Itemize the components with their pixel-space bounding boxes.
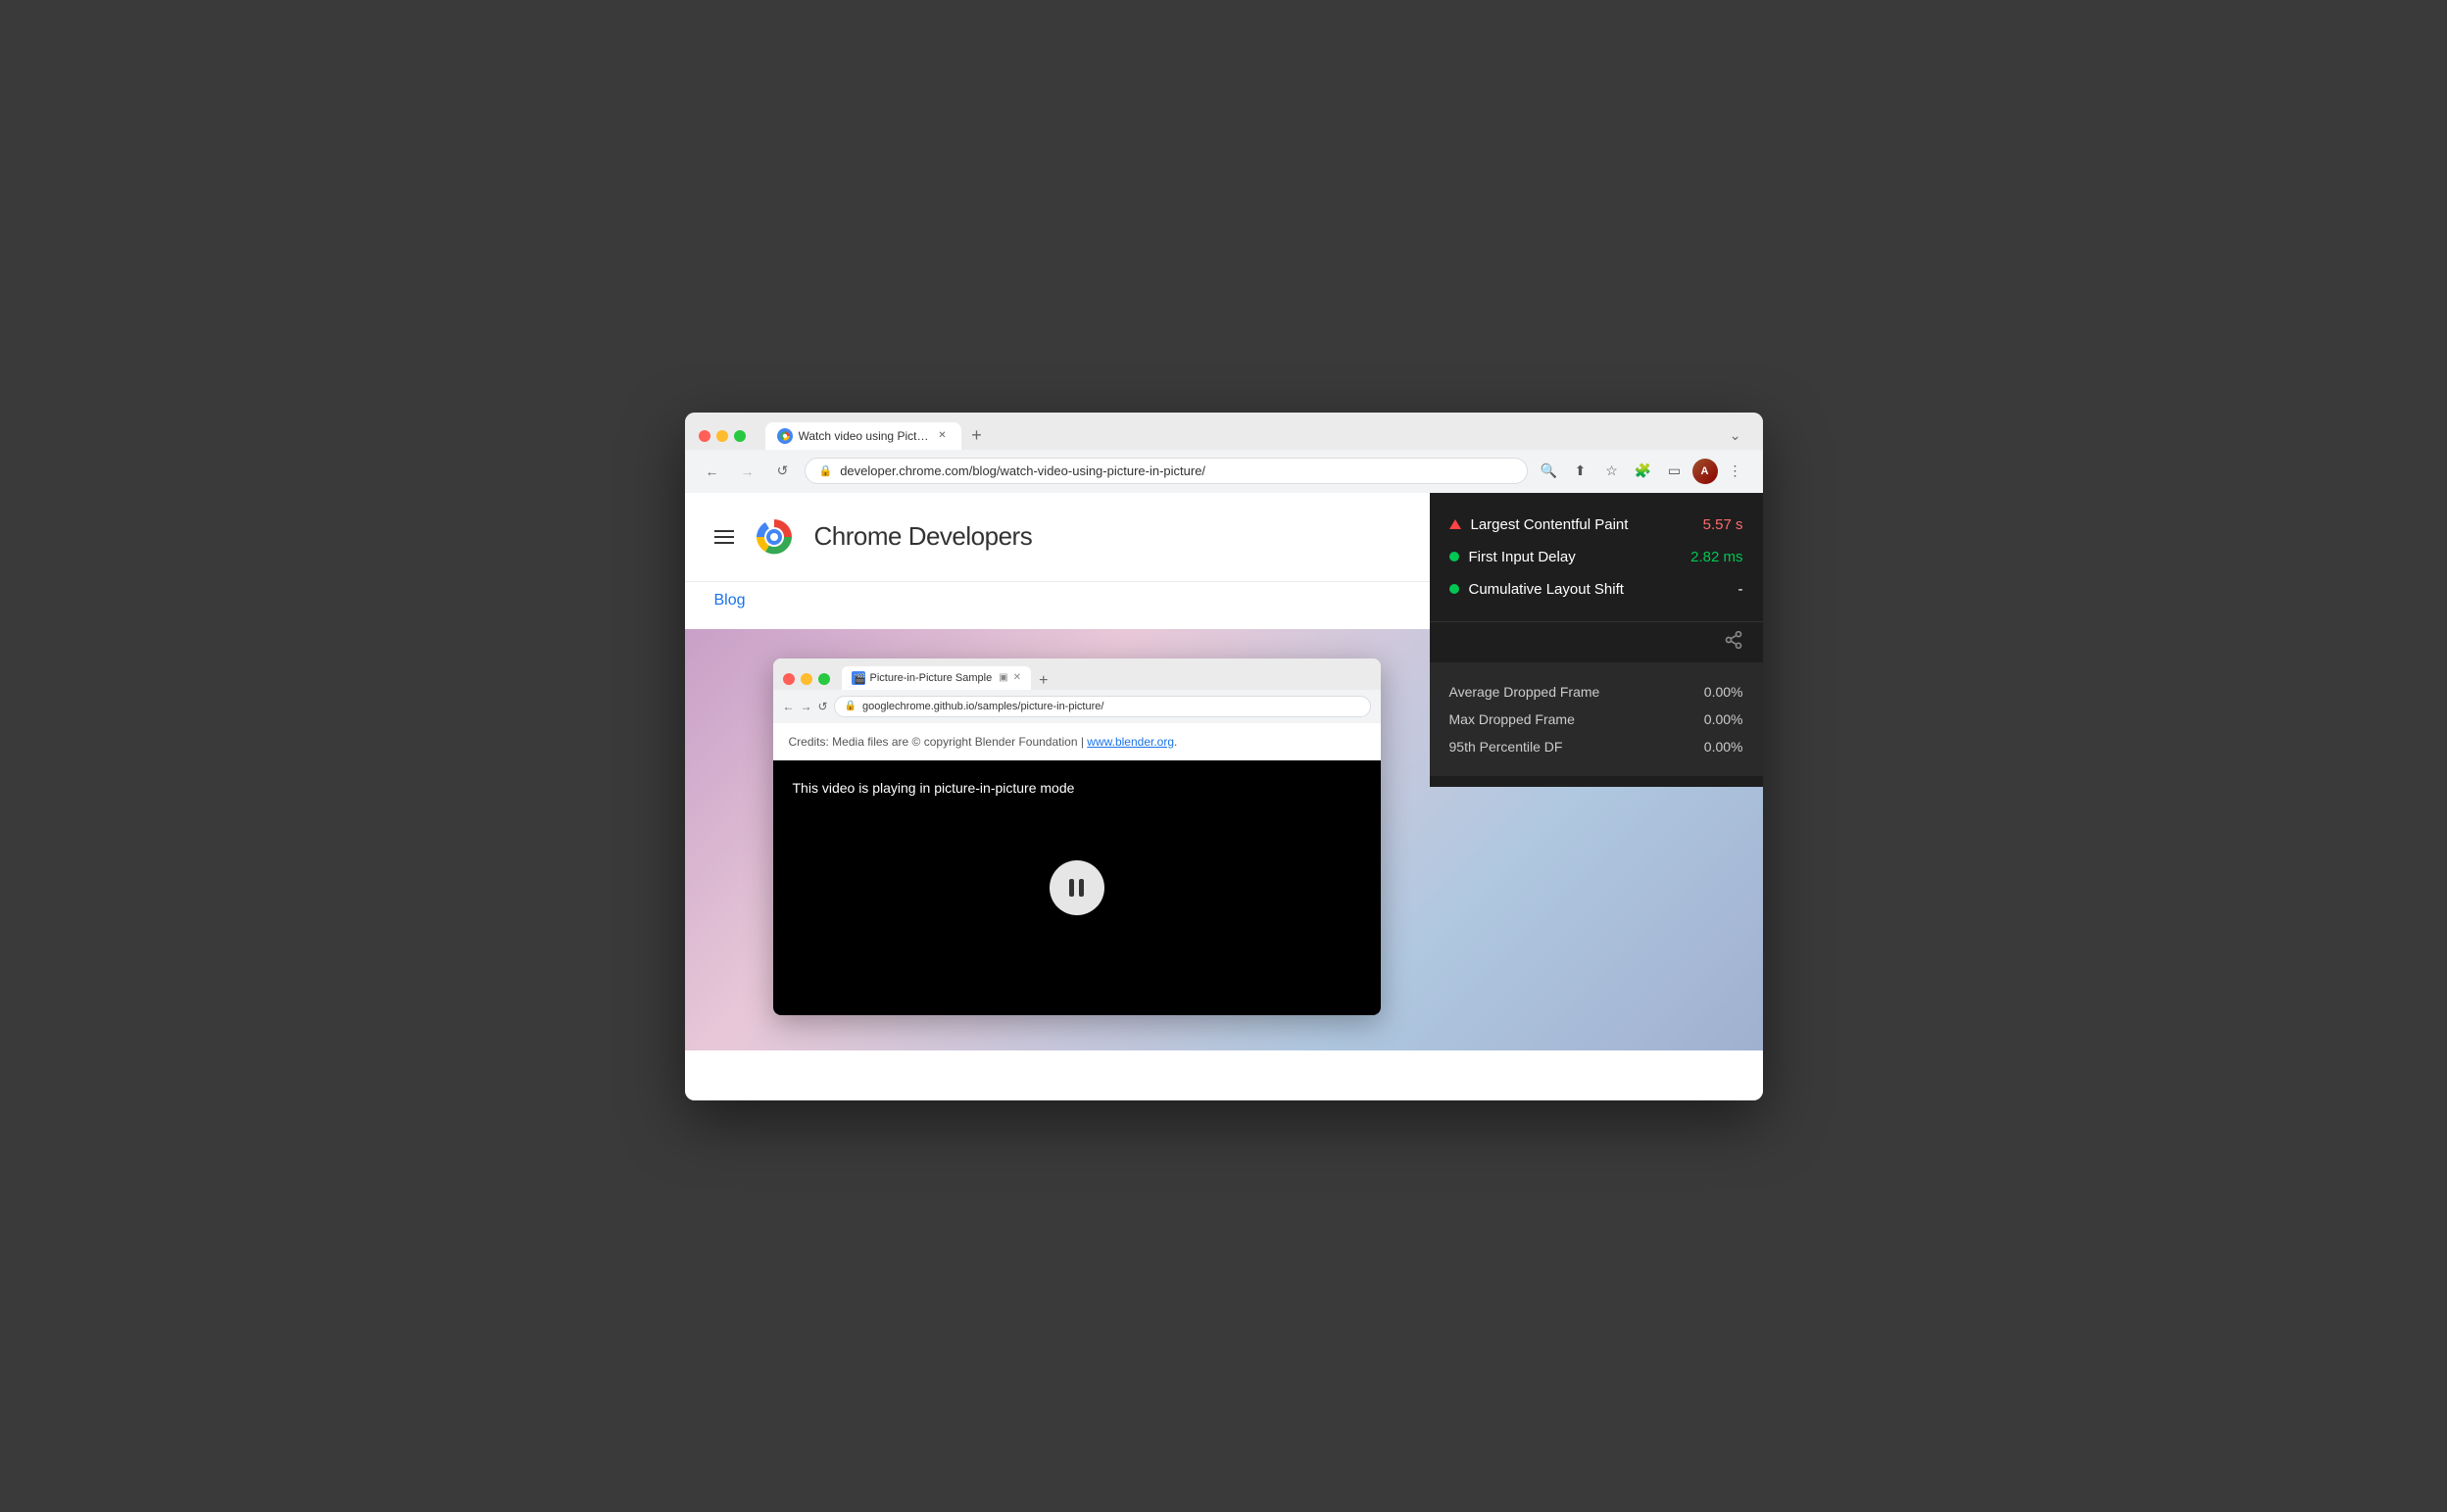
inner-browser-window: 🎬 Picture-in-Picture Sample ▣ ✕ + ← → — [773, 658, 1381, 1015]
blender-link[interactable]: www.blender.org — [1087, 735, 1174, 749]
inner-back-button[interactable]: ← — [783, 700, 795, 713]
split-view-button[interactable]: ▭ — [1661, 458, 1688, 485]
svg-text:🎬: 🎬 — [854, 672, 865, 685]
search-button[interactable]: 🔍 — [1536, 458, 1563, 485]
avg-dropped-label: Average Dropped Frame — [1449, 684, 1704, 700]
reload-button[interactable]: ↺ — [769, 458, 797, 485]
video-area: This video is playing in picture-in-pict… — [773, 760, 1381, 1015]
inner-reload-button[interactable]: ↺ — [818, 700, 828, 713]
pause-button[interactable] — [1050, 860, 1104, 915]
inner-maximize-button[interactable] — [818, 673, 830, 685]
pause-bar-left — [1069, 879, 1074, 897]
tab-dropdown-button[interactable]: ⌄ — [1722, 423, 1749, 448]
web-vitals-section: Largest Contentful Paint 5.57 s First In… — [1430, 493, 1763, 622]
pause-bar-right — [1079, 879, 1084, 897]
inner-active-tab[interactable]: 🎬 Picture-in-Picture Sample ▣ ✕ — [842, 666, 1032, 690]
avg-dropped-value: 0.00% — [1704, 684, 1743, 700]
forward-button[interactable]: → — [734, 458, 761, 485]
share-button[interactable]: ⬆ — [1567, 458, 1594, 485]
percentile-dropped-frame-row: 95th Percentile DF 0.00% — [1449, 733, 1743, 760]
inner-tab-favicon-icon: 🎬 — [852, 671, 865, 685]
fid-indicator-icon — [1449, 552, 1459, 561]
inner-address-text: googlechrome.github.io/samples/picture-i… — [862, 701, 1103, 712]
chrome-logo-icon — [750, 512, 799, 561]
percentile-dropped-label: 95th Percentile DF — [1449, 739, 1704, 755]
browser-toolbar: ← → ↺ 🔒 developer.chrome.com/blog/watch-… — [685, 450, 1763, 493]
credits-text: Credits: Media files are © copyright Ble… — [789, 735, 1088, 749]
share-row — [1430, 622, 1763, 662]
fid-row: First Input Delay 2.82 ms — [1449, 541, 1743, 573]
inner-traffic-lights — [783, 673, 830, 685]
performance-overlay: Largest Contentful Paint 5.57 s First In… — [1430, 493, 1763, 787]
inner-address-bar[interactable]: 🔒 googlechrome.github.io/samples/picture… — [834, 696, 1371, 717]
cls-row: Cumulative Layout Shift - — [1449, 573, 1743, 606]
inner-tab-label: Picture-in-Picture Sample — [870, 672, 993, 684]
hamburger-line — [714, 536, 734, 538]
tab-close-button[interactable]: ✕ — [936, 429, 950, 443]
cls-label: Cumulative Layout Shift — [1469, 581, 1729, 598]
hamburger-menu-button[interactable] — [714, 530, 734, 544]
tab-bar: Watch video using Picture-in-P ✕ + — [765, 422, 1710, 450]
cls-indicator-icon — [1449, 584, 1459, 594]
cls-value: - — [1738, 581, 1743, 598]
inner-browser-titlebar: 🎬 Picture-in-Picture Sample ▣ ✕ + — [773, 658, 1381, 690]
hamburger-line — [714, 542, 734, 544]
browser-titlebar: Watch video using Picture-in-P ✕ + ⌄ — [685, 413, 1763, 450]
profile-avatar[interactable]: A — [1692, 459, 1718, 484]
lock-icon: 🔒 — [819, 464, 833, 477]
minimize-button[interactable] — [716, 430, 728, 442]
traffic-lights — [699, 430, 746, 442]
lcp-value: 5.57 s — [1703, 516, 1743, 533]
inner-browser-toolbar: ← → ↺ 🔒 googlechrome.github.io/samples/p… — [773, 690, 1381, 723]
toolbar-actions: 🔍 ⬆ ☆ 🧩 ▭ A ⋮ — [1536, 458, 1749, 485]
share-icon[interactable] — [1724, 630, 1743, 655]
max-dropped-frame-row: Max Dropped Frame 0.00% — [1449, 706, 1743, 733]
close-button[interactable] — [699, 430, 710, 442]
inner-new-tab-button[interactable]: + — [1035, 672, 1052, 690]
pause-icon — [1069, 879, 1084, 897]
tab-label: Watch video using Picture-in-P — [799, 429, 930, 443]
browser-window: Watch video using Picture-in-P ✕ + ⌄ ← →… — [685, 413, 1763, 1100]
menu-button[interactable]: ⋮ — [1722, 458, 1749, 485]
site-title: Chrome Developers — [814, 521, 1033, 552]
avg-dropped-frame-row: Average Dropped Frame 0.00% — [1449, 678, 1743, 706]
address-text: developer.chrome.com/blog/watch-video-us… — [840, 463, 1512, 478]
back-button[interactable]: ← — [699, 458, 726, 485]
fid-label: First Input Delay — [1469, 549, 1682, 565]
frame-stats-section: Average Dropped Frame 0.00% Max Dropped … — [1430, 662, 1763, 776]
video-status-text: This video is playing in picture-in-pict… — [793, 780, 1075, 796]
blog-link[interactable]: Blog — [714, 592, 746, 609]
inner-close-button[interactable] — [783, 673, 795, 685]
bookmark-button[interactable]: ☆ — [1598, 458, 1626, 485]
inner-tab-pip-icon: ▣ — [999, 672, 1007, 683]
inner-minimize-button[interactable] — [801, 673, 812, 685]
lcp-row: Largest Contentful Paint 5.57 s — [1449, 509, 1743, 541]
inner-page-content: Credits: Media files are © copyright Ble… — [773, 723, 1381, 1015]
inner-lock-icon: 🔒 — [845, 701, 856, 711]
extensions-button[interactable]: 🧩 — [1630, 458, 1657, 485]
new-tab-button[interactable]: + — [963, 422, 991, 450]
lcp-indicator-icon — [1449, 519, 1461, 529]
inner-tab-close-button[interactable]: ✕ — [1013, 672, 1021, 683]
max-dropped-label: Max Dropped Frame — [1449, 711, 1704, 727]
address-bar[interactable]: 🔒 developer.chrome.com/blog/watch-video-… — [805, 458, 1528, 484]
credits-suffix: . — [1174, 735, 1177, 749]
inner-forward-button[interactable]: → — [801, 700, 812, 713]
percentile-dropped-value: 0.00% — [1704, 739, 1743, 755]
inner-credits: Credits: Media files are © copyright Ble… — [773, 723, 1381, 760]
tab-favicon-icon — [777, 428, 793, 444]
fid-value: 2.82 ms — [1690, 549, 1742, 565]
lcp-label: Largest Contentful Paint — [1471, 516, 1693, 533]
max-dropped-value: 0.00% — [1704, 711, 1743, 727]
browser-content: Chrome Developers Blog — [685, 493, 1763, 1100]
maximize-button[interactable] — [734, 430, 746, 442]
active-tab[interactable]: Watch video using Picture-in-P ✕ — [765, 422, 961, 450]
hamburger-line — [714, 530, 734, 532]
